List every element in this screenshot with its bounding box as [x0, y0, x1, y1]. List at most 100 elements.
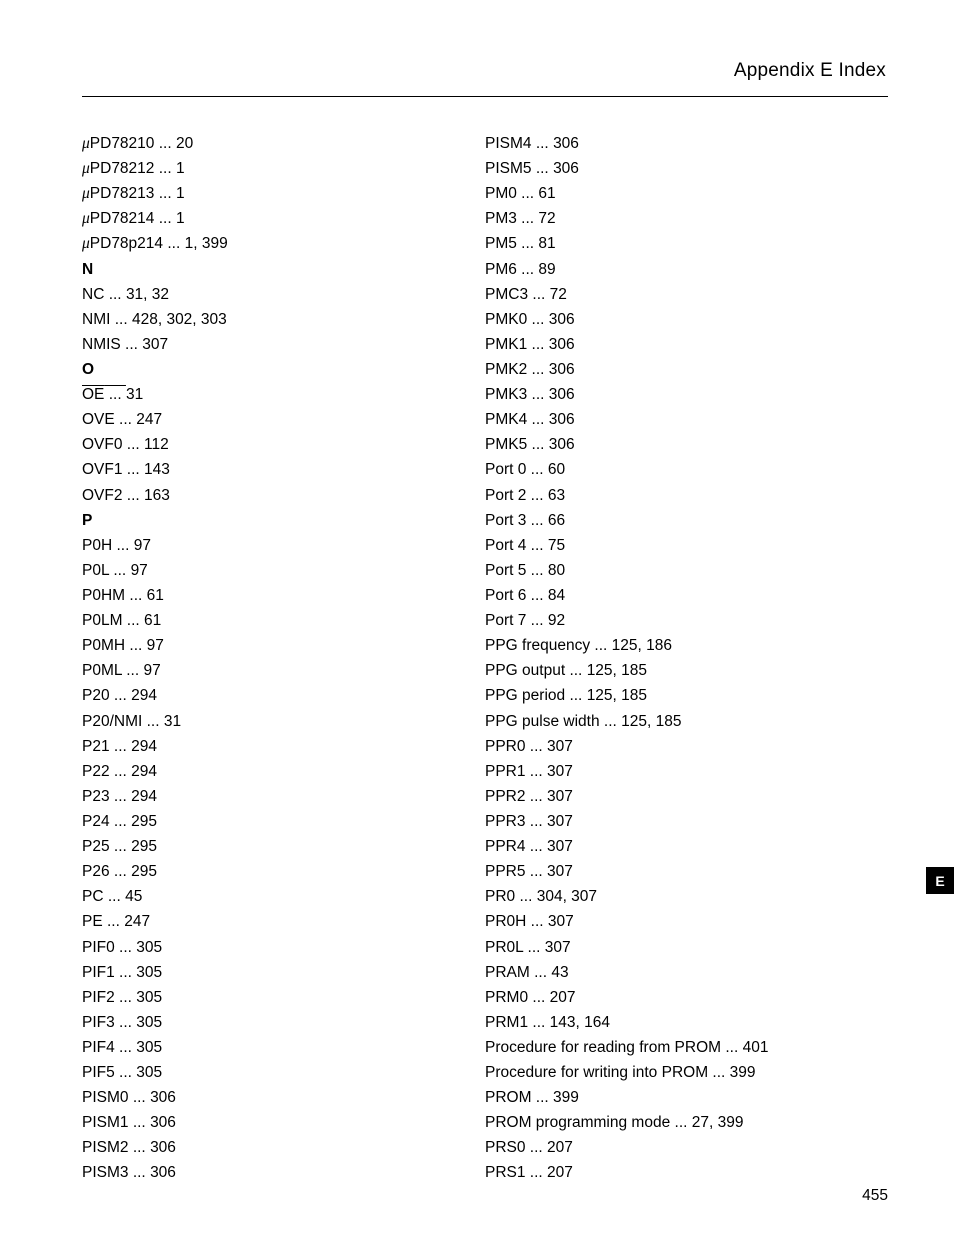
index-entry: PISM1306: [82, 1110, 485, 1135]
index-pages: 306: [150, 1139, 176, 1156]
index-columns: μPD7821020μPD782121μPD782131μPD782141μPD…: [82, 131, 888, 1186]
index-entry: P24295: [82, 809, 485, 834]
index-term: PIF4: [82, 1039, 136, 1056]
index-pages: 20: [176, 135, 193, 152]
index-entry: PRS0207: [485, 1135, 888, 1160]
index-term: P25: [82, 838, 131, 855]
index-pages: 305: [136, 1014, 162, 1031]
index-entry: PR0H307: [485, 909, 888, 934]
index-entry: PPG pulse width125, 185: [485, 709, 888, 734]
column-right: PISM4306PISM5306PM061PM372PM581PM689PMC3…: [485, 131, 888, 1186]
index-pages: 294: [131, 738, 157, 755]
index-term: PISM1: [82, 1114, 150, 1131]
index-entry: PM061: [485, 181, 888, 206]
index-pages: 307: [547, 763, 573, 780]
index-pages: 401: [743, 1039, 769, 1056]
index-entry: Port 792: [485, 608, 888, 633]
index-entry: P20294: [82, 683, 485, 708]
index-entry: Port 475: [485, 533, 888, 558]
index-entry: P22294: [82, 759, 485, 784]
index-term: NMIS: [82, 336, 142, 353]
index-pages: 307: [545, 939, 571, 956]
index-pages: 305: [136, 1039, 162, 1056]
index-entry: PIF0305: [82, 935, 485, 960]
index-entry: PPR4307: [485, 834, 888, 859]
index-term: PPG period: [485, 687, 587, 704]
index-pages: 295: [131, 863, 157, 880]
index-pages: 45: [125, 888, 142, 905]
index-pages: 306: [150, 1164, 176, 1181]
index-pages: 295: [131, 838, 157, 855]
index-pages: 72: [538, 210, 555, 227]
index-heading-label: O: [82, 361, 94, 378]
index-entry: PMK4306: [485, 407, 888, 432]
index-entry: PPG output125, 185: [485, 658, 888, 683]
index-entry: OE31: [82, 382, 485, 407]
index-entry: PRAM43: [485, 960, 888, 985]
index-pages: 66: [548, 512, 565, 529]
index-term: PRS0: [485, 1139, 547, 1156]
index-entry: P0HM61: [82, 583, 485, 608]
index-pages: 307: [547, 738, 573, 755]
index-pages: 61: [144, 612, 161, 629]
index-pages: 294: [131, 788, 157, 805]
index-entry: PIF1305: [82, 960, 485, 985]
index-entry: PMK3306: [485, 382, 888, 407]
index-pages: 247: [124, 913, 150, 930]
index-term: PMC3: [485, 286, 550, 303]
index-term: PRS1: [485, 1164, 547, 1181]
index-pages: 306: [549, 336, 575, 353]
index-pages: 207: [547, 1164, 573, 1181]
index-pages: 307: [142, 336, 168, 353]
index-entry: PC45: [82, 884, 485, 909]
index-entry: PIF4305: [82, 1035, 485, 1060]
index-term: OE: [82, 386, 126, 403]
page-number: 455: [862, 1187, 888, 1205]
index-pages: 80: [548, 562, 565, 579]
index-term: Port 3: [485, 512, 548, 529]
index-entry: μPD782141: [82, 206, 485, 231]
index-term: PM3: [485, 210, 538, 227]
index-entry: PROM programming mode27, 399: [485, 1110, 888, 1135]
index-term: PRM1: [485, 1014, 550, 1031]
index-term: Procedure for reading from PROM: [485, 1039, 743, 1056]
index-entry: PIF5305: [82, 1060, 485, 1085]
index-pages: 97: [134, 537, 151, 554]
index-term: OVE: [82, 411, 136, 428]
index-term: PR0H: [485, 913, 548, 930]
index-pages: 89: [538, 261, 555, 278]
index-term: PMK5: [485, 436, 549, 453]
index-entry: PM689: [485, 257, 888, 282]
index-term: PIF5: [82, 1064, 136, 1081]
index-entry: PISM0306: [82, 1085, 485, 1110]
index-entry: μPD7821020: [82, 131, 485, 156]
index-pages: 307: [548, 913, 574, 930]
index-term: PD78213: [90, 185, 176, 202]
index-heading-label: N: [82, 261, 93, 278]
index-entry: Port 580: [485, 558, 888, 583]
index-term: PD78210: [90, 135, 176, 152]
index-entry: OVF0112: [82, 432, 485, 457]
mu-prefix: μ: [82, 160, 90, 177]
index-entry: P25295: [82, 834, 485, 859]
index-pages: 125, 185: [587, 662, 647, 679]
index-term: Port 4: [485, 537, 548, 554]
index-pages: 1: [176, 185, 185, 202]
index-entry: PISM5306: [485, 156, 888, 181]
index-entry: P0LM61: [82, 608, 485, 633]
index-pages: 43: [551, 964, 568, 981]
index-term: PISM4: [485, 135, 553, 152]
index-pages: 125, 185: [621, 713, 681, 730]
index-term: PPR2: [485, 788, 547, 805]
index-pages: 399: [730, 1064, 756, 1081]
index-term: Port 2: [485, 487, 548, 504]
index-pages: 295: [131, 813, 157, 830]
index-term: P0LM: [82, 612, 144, 629]
index-term: OVF1: [82, 461, 144, 478]
index-term: OVF2: [82, 487, 144, 504]
index-entry: OVF1143: [82, 457, 485, 482]
index-entry: PPR1307: [485, 759, 888, 784]
rule-top: [82, 96, 888, 97]
index-term: PPR4: [485, 838, 547, 855]
index-entry: PE247: [82, 909, 485, 934]
